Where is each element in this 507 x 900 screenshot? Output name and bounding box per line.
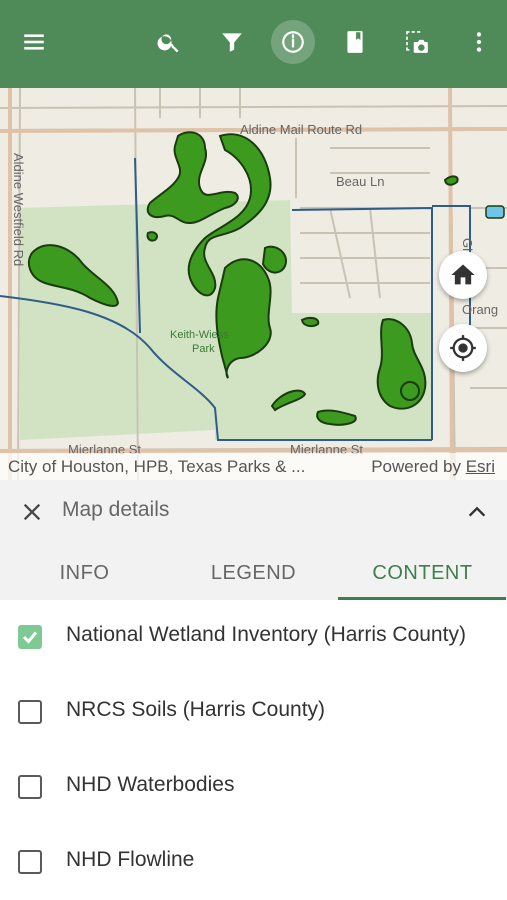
home-icon [451, 264, 475, 285]
layer-checkbox-wetland[interactable] [18, 625, 42, 649]
layer-row-wetland[interactable]: National Wetland Inventory (Harris Count… [0, 601, 507, 676]
menu-button[interactable] [12, 20, 56, 64]
screenshot-icon [406, 31, 428, 53]
bookmark-icon [347, 31, 363, 53]
layer-label: NHD Waterbodies [66, 773, 235, 796]
locate-button[interactable] [439, 324, 487, 372]
filter-icon [222, 33, 242, 52]
check-icon [22, 631, 38, 644]
esri-link[interactable]: Esri [466, 457, 495, 476]
layer-checkbox-soils[interactable] [18, 700, 42, 724]
layer-checkbox-flowline[interactable] [18, 850, 42, 874]
tab-content[interactable]: CONTENT [338, 546, 507, 600]
bookmark-button[interactable] [333, 20, 377, 64]
map-attribution: City of Houston, HPB, Texas Parks & ... … [0, 453, 507, 480]
locate-icon [450, 335, 476, 361]
tab-legend[interactable]: LEGEND [169, 546, 338, 600]
active-tab-indicator [338, 597, 506, 600]
label-road-left: Aldine Westfield Rd [11, 153, 26, 266]
info-button[interactable] [271, 20, 315, 64]
label-park2: Park [192, 343, 215, 355]
label-road-top: Aldine Mail Route Rd [240, 122, 362, 137]
close-button[interactable] [14, 494, 50, 530]
chevron-up-icon [468, 506, 486, 517]
layer-row-flowline[interactable]: NHD Flowline [0, 826, 507, 900]
more-vert-icon [476, 32, 482, 52]
screenshot-button[interactable] [395, 20, 439, 64]
waterbody [485, 205, 505, 219]
search-icon [157, 34, 179, 53]
panel-header: Map details INFO LEGEND CONTENT [0, 480, 507, 600]
tab-info[interactable]: INFO [0, 546, 169, 600]
map-details-panel: Map details INFO LEGEND CONTENT National… [0, 480, 507, 900]
label-beau: Beau Ln [336, 174, 384, 189]
layer-checkbox-waterbodies[interactable] [18, 775, 42, 799]
panel-title: Map details [62, 498, 170, 521]
label-orange: Orang [462, 302, 498, 317]
filter-button[interactable] [210, 20, 254, 64]
label-park: Keith-Wiess [170, 329, 229, 341]
layer-row-waterbodies[interactable]: NHD Waterbodies [0, 751, 507, 826]
layer-row-soils[interactable]: NRCS Soils (Harris County) [0, 676, 507, 751]
map-view[interactable]: Aldine Mail Route Rd Beau Ln Aldine West… [0, 88, 507, 480]
layer-label: NHD Flowline [66, 848, 195, 871]
map-canvas: Aldine Mail Route Rd Beau Ln Aldine West… [0, 88, 507, 480]
attribution-powered: Powered by Esri [371, 457, 495, 476]
search-button[interactable] [147, 20, 191, 64]
app-toolbar [0, 0, 507, 88]
collapse-button[interactable] [459, 494, 495, 530]
attribution-source: City of Houston, HPB, Texas Parks & ... [8, 457, 306, 476]
layer-label: NRCS Soils (Harris County) [66, 698, 326, 721]
menu-icon [24, 34, 44, 50]
close-icon [23, 503, 41, 521]
home-button[interactable] [439, 251, 487, 299]
layer-label: National Wetland Inventory (Harris Count… [66, 623, 466, 646]
more-button[interactable] [457, 20, 501, 64]
info-icon [282, 31, 304, 53]
